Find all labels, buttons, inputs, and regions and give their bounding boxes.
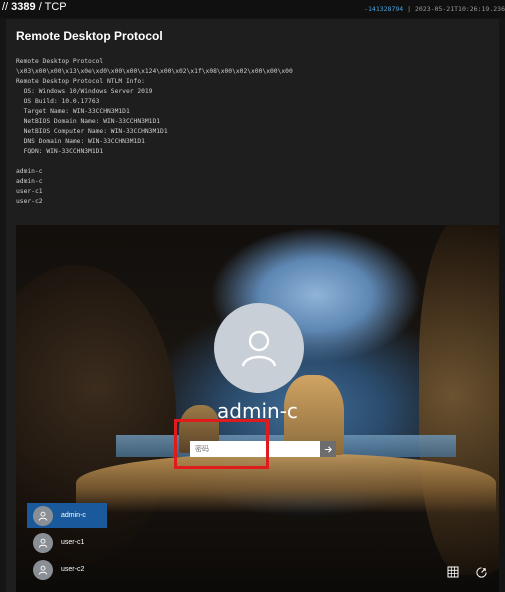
port-number: 3389 — [11, 1, 36, 13]
arrow-right-icon — [324, 445, 332, 453]
user-item-user-c1[interactable]: user-c1 — [27, 530, 107, 555]
login-username: admin-c — [217, 399, 298, 423]
service-banner: Remote Desktop Protocol \x03\x00\x00\x13… — [16, 58, 293, 205]
port-label: // 3389 / TCP — [2, 1, 67, 13]
user-icon — [33, 505, 53, 526]
protocol-name: TCP — [44, 1, 67, 13]
network-button[interactable] — [445, 564, 461, 580]
scan-timestamp: 2023-05-21T10:26:19.236 — [414, 5, 505, 13]
scan-meta: -141328794 | 2023-05-21T10:26:19.236 — [364, 5, 505, 13]
rdp-screenshot: admin-c admin-c user-c1 user-c2 — [16, 225, 499, 592]
top-bar: // 3389 / TCP -141328794 | 2023-05-21T10… — [0, 0, 505, 18]
service-card: Remote Desktop Protocol Remote Desktop P… — [6, 19, 499, 592]
meta-separator: | — [407, 5, 412, 13]
user-item-label: user-c1 — [61, 539, 85, 546]
password-row — [190, 441, 336, 457]
network-icon — [447, 566, 459, 578]
user-item-user-c2[interactable]: user-c2 — [27, 557, 107, 582]
user-icon — [33, 559, 53, 580]
user-avatar — [214, 303, 304, 393]
user-item-admin-c[interactable]: admin-c — [27, 503, 107, 528]
submit-button[interactable] — [320, 441, 336, 457]
service-title: Remote Desktop Protocol — [16, 29, 163, 43]
user-item-label: user-c2 — [61, 566, 85, 573]
banner-hash-link[interactable]: -141328794 — [364, 5, 403, 13]
user-item-label: admin-c — [61, 512, 86, 519]
system-tray — [445, 564, 489, 580]
user-icon — [33, 532, 53, 553]
ease-of-access-button[interactable] — [473, 564, 489, 580]
password-input[interactable] — [190, 441, 320, 457]
user-icon — [241, 330, 277, 367]
ease-of-access-icon — [475, 566, 487, 578]
user-list: admin-c user-c1 user-c2 — [27, 503, 107, 584]
beach — [76, 453, 496, 513]
